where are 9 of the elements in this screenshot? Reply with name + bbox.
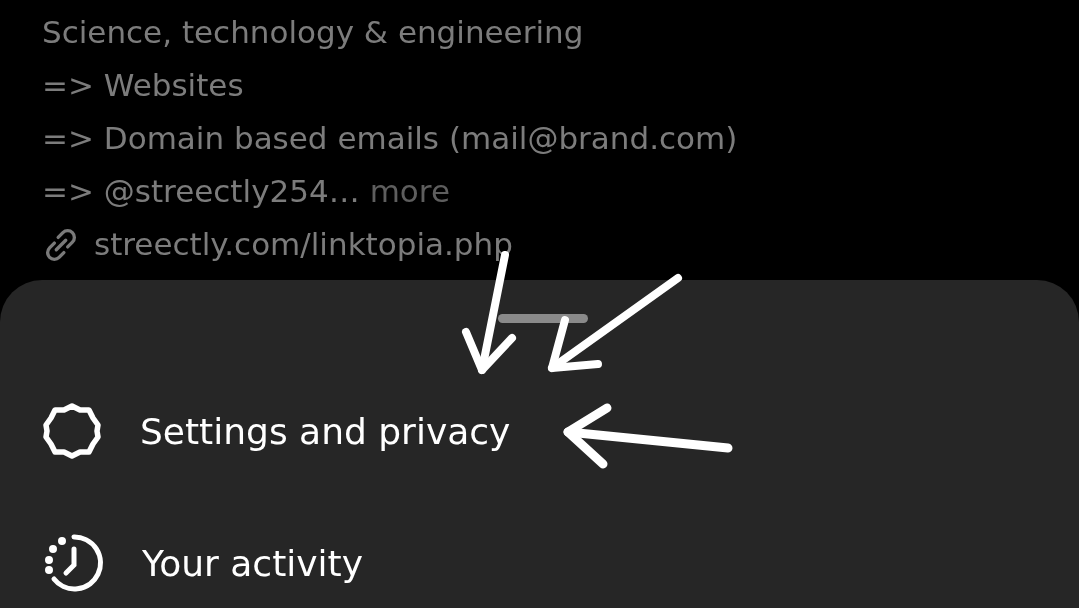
settings-icon[interactable] bbox=[42, 401, 102, 461]
website-link[interactable]: streectly.com/linktopia.php bbox=[94, 218, 513, 271]
drag-handle[interactable] bbox=[498, 314, 588, 323]
bio-line: => Websites bbox=[42, 66, 245, 105]
bio-line: => Domain based emails (mail@brand.com) bbox=[42, 119, 739, 158]
bio-line: Science, technology & engineering bbox=[42, 13, 585, 52]
menu-item[interactable]: Settings and privacy bbox=[140, 410, 511, 452]
bio-line: => @streectly254… bbox=[42, 172, 360, 211]
menu-item[interactable]: Your activity bbox=[142, 542, 363, 584]
